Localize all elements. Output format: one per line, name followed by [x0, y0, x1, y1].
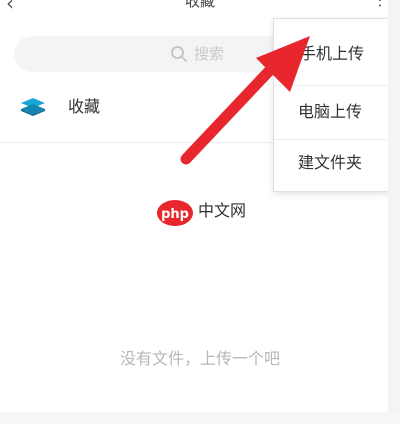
menu-item-pc-upload[interactable]: 电脑上传 [274, 85, 388, 139]
menu-item-new-folder[interactable]: 建文件夹 [274, 139, 388, 191]
nav-title: 收藏 [184, 0, 215, 10]
stack-icon [21, 98, 45, 116]
php-logo: php [157, 200, 193, 226]
menu-item-phone-upload[interactable]: 手机上传 [274, 19, 388, 85]
screen-edge [388, 0, 400, 424]
screen-edge [0, 412, 400, 424]
search-placeholder: 搜索 [194, 45, 225, 63]
watermark-text: 中文网 [198, 201, 247, 220]
favorites-label: 收藏 [68, 97, 101, 116]
watermark: php 中文网 [156, 198, 248, 228]
empty-state-text: 没有文件，上传一个吧 [119, 349, 280, 368]
back-chevron-icon[interactable]: ‹ [6, 0, 28, 14]
upload-dropdown-menu: 手机上传 电脑上传 建文件夹 [273, 18, 389, 192]
search-icon [171, 46, 187, 62]
file-manager-page: ‹ 收藏 ⋮ 搜索 收藏 php 中文网 没有文件，上传一个吧 手机上传 电脑上… [0, 0, 400, 424]
svg-text:php: php [161, 207, 189, 222]
more-icon[interactable]: ⋮ [372, 0, 388, 8]
